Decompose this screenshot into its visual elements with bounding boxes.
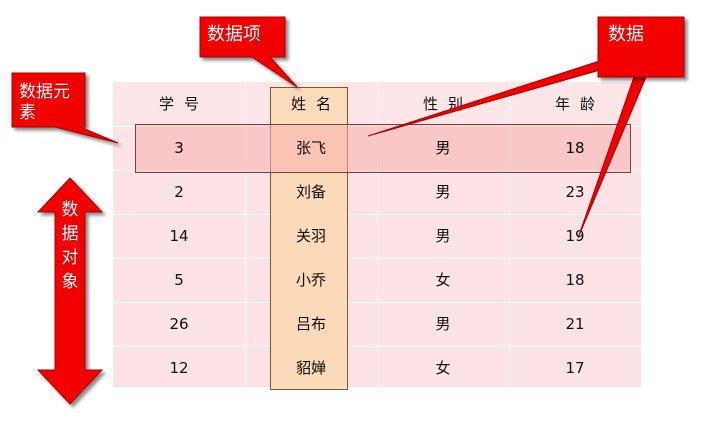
- data-object-char: 象: [61, 272, 79, 292]
- data-callout-pointer-left: [367, 55, 614, 137]
- data-label: 数据: [608, 24, 644, 45]
- data-item-label: 数据项: [207, 24, 261, 45]
- data-element-label-line2: 素: [19, 103, 36, 123]
- data-element-label-line1: 数据元: [19, 82, 70, 102]
- data-object-char: 据: [61, 224, 79, 244]
- data-callout-pointer-right: [577, 76, 647, 239]
- data-object-char: 对: [61, 248, 79, 268]
- callout-shapes: [11, 16, 685, 405]
- data-object-char: 数: [61, 200, 79, 220]
